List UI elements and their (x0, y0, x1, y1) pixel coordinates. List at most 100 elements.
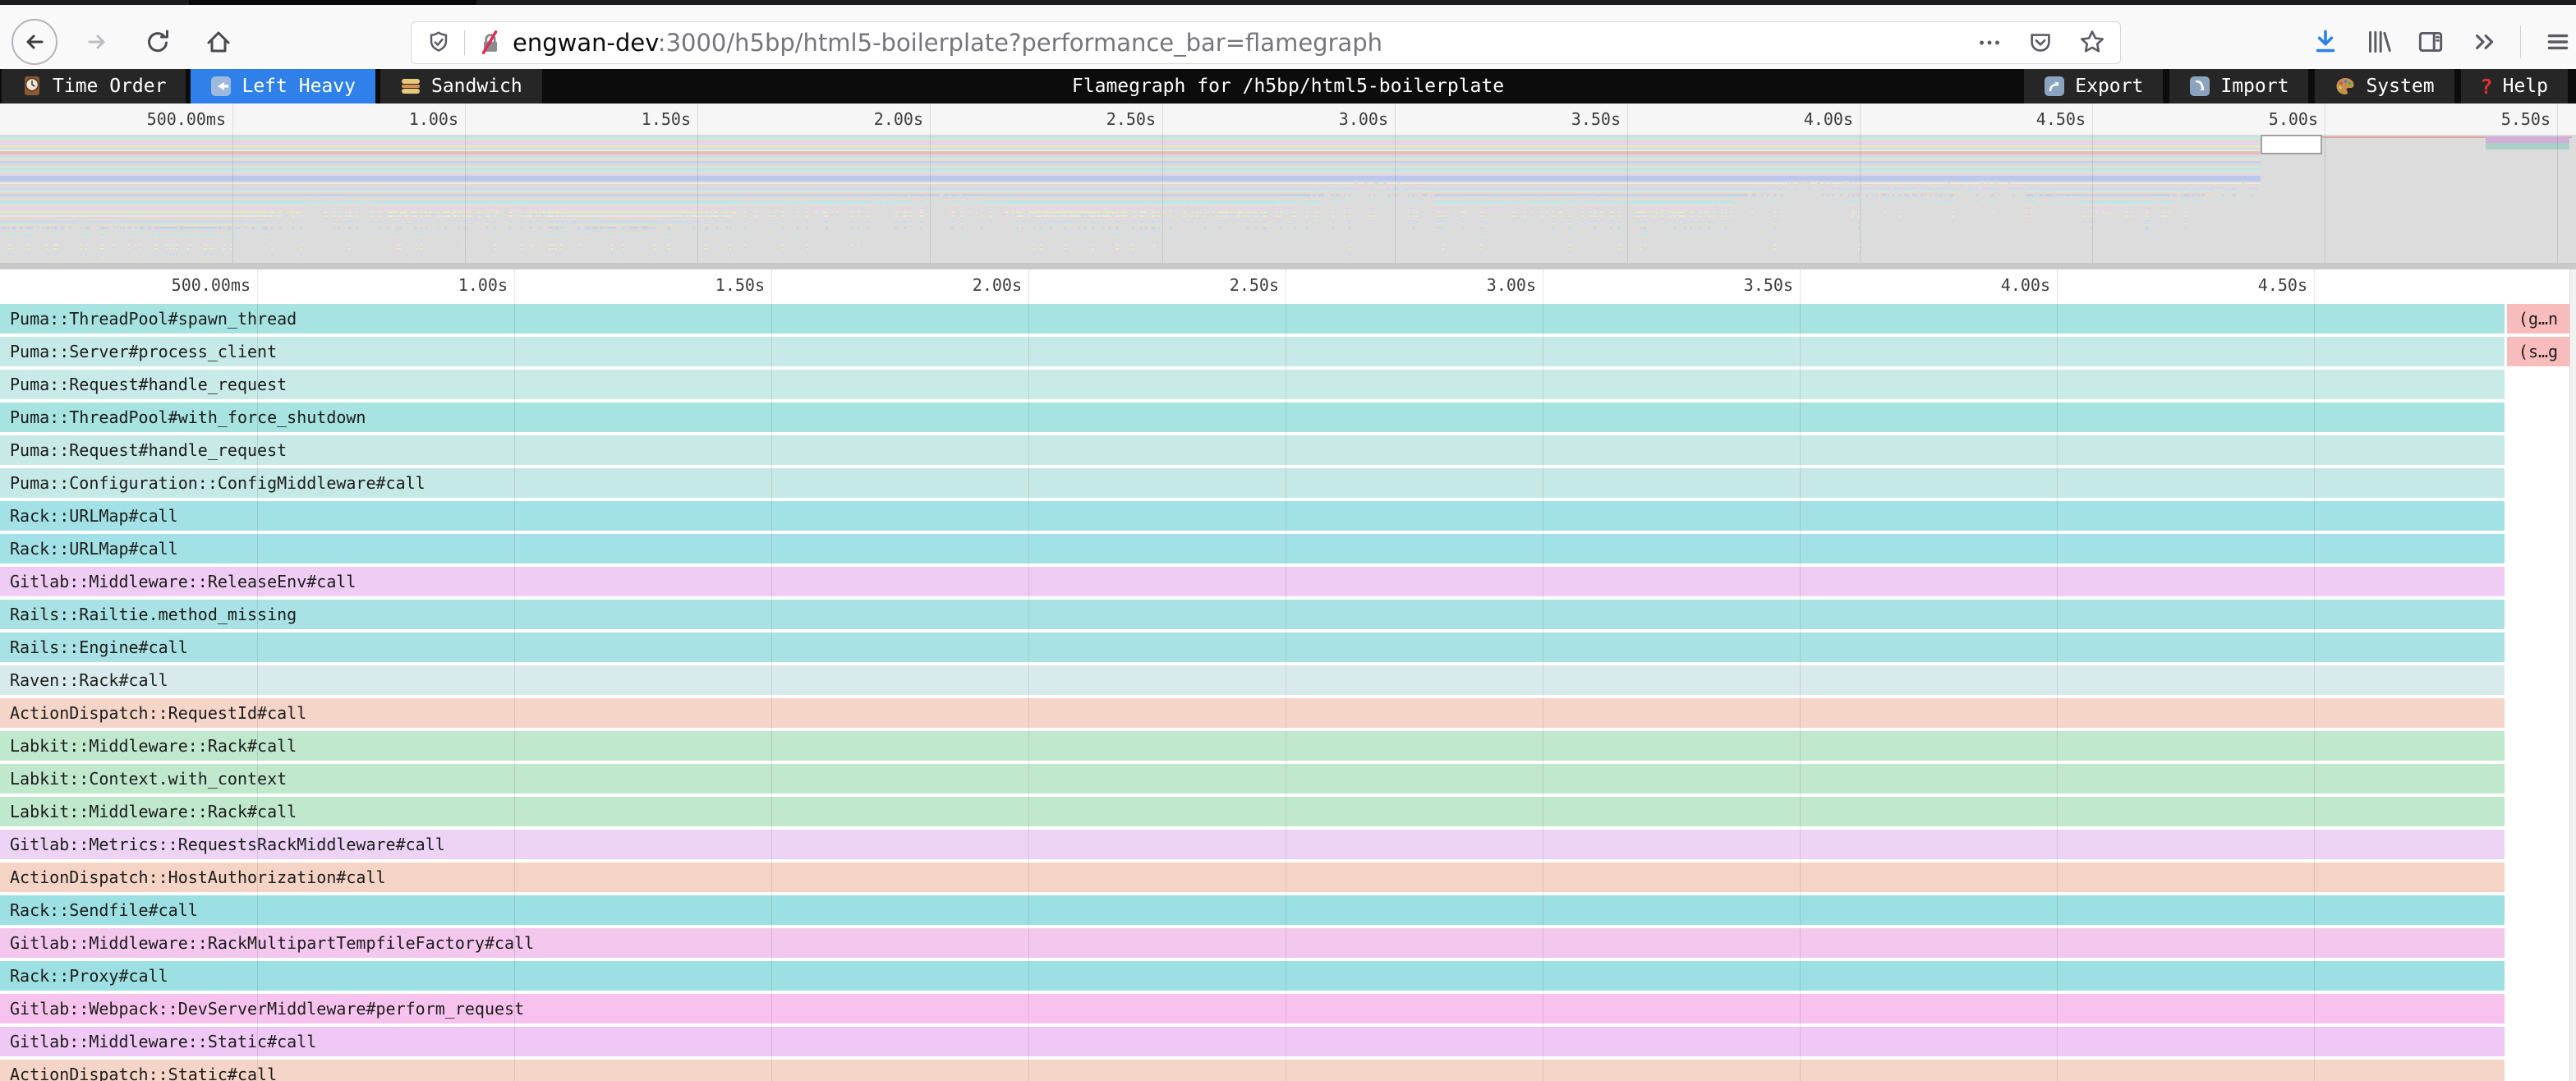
flame-row: Rails::Railtie.method_missing (0, 600, 2576, 629)
frame-label: Rack::Sendfile#call (0, 900, 198, 920)
flame-frame-right[interactable]: (g…n (2507, 304, 2569, 334)
minimap-gridline (1860, 104, 1861, 263)
minimap-tick-label: 2.50s (975, 104, 1156, 135)
tab-label: Sandwich (431, 76, 522, 97)
flame-frame[interactable]: Puma::ThreadPool#with_force_shutdown (0, 402, 2505, 432)
flame-row: Puma::Server#process_client(s…g (0, 337, 2576, 366)
flame-frame[interactable]: Rails::Engine#call (0, 632, 2505, 662)
minimap-viewport-box[interactable] (2261, 135, 2322, 154)
flamegraph-gridline (2314, 269, 2315, 1081)
flame-row: Labkit::Middleware::Rack#call (0, 731, 2576, 761)
pocket-icon[interactable] (2026, 29, 2054, 57)
url-path: :3000/h5bp/html5-boilerplate?performance… (658, 29, 1382, 57)
bookmark-star-icon[interactable] (2077, 28, 2107, 58)
flame-frame[interactable]: ActionDispatch::RequestId#call (0, 698, 2505, 728)
flame-frame[interactable]: Gitlab::Metrics::RequestsRackMiddleware#… (0, 830, 2505, 859)
flame-row: Gitlab::Metrics::RequestsRackMiddleware#… (0, 830, 2576, 859)
minimap-flame-canvas[interactable] (0, 135, 2576, 263)
url-host: engwan-dev (513, 29, 658, 57)
url-bar[interactable]: engwan-dev:3000/h5bp/html5-boilerplate?p… (411, 21, 2121, 64)
tab-time-order[interactable]: Time Order (2, 69, 186, 104)
minimap-tick-label: 1.00s (278, 104, 458, 135)
flame-row: Gitlab::Middleware::ReleaseEnv#call (0, 567, 2576, 596)
frame-label: Gitlab::Middleware::ReleaseEnv#call (0, 572, 356, 591)
browser-toolbar: engwan-dev:3000/h5bp/html5-boilerplate?p… (0, 5, 2576, 70)
flame-row: Labkit::Context.with_context (0, 764, 2576, 794)
frame-label: ActionDispatch::HostAuthorization#call (0, 867, 386, 887)
minimap-tick-label: 500.00ms (45, 104, 226, 135)
browser-action-buttons (2310, 10, 2574, 74)
button-label: Import (2220, 76, 2288, 97)
flame-row: Puma::ThreadPool#spawn_thread(g…n (0, 304, 2576, 334)
minimap-panel[interactable]: 500.00ms1.00s1.50s2.00s2.50s3.00s3.50s4.… (0, 104, 2576, 263)
flamegraph-gridline (771, 269, 772, 1081)
system-theme-button[interactable]: System (2315, 69, 2454, 104)
frame-label: Labkit::Middleware::Rack#call (0, 736, 297, 756)
forward-button[interactable] (76, 21, 118, 63)
minimap-tick-label: 4.50s (1905, 104, 2086, 135)
page-actions-icon[interactable] (1976, 29, 2003, 57)
flame-frame[interactable]: Gitlab::Middleware::ReleaseEnv#call (0, 567, 2505, 596)
flame-row: Rack::Sendfile#call (0, 895, 2576, 925)
flame-frame[interactable]: Raven::Rack#call (0, 665, 2505, 695)
home-button[interactable] (197, 21, 240, 63)
flame-row: Labkit::Middleware::Rack#call (0, 797, 2576, 826)
menu-hamburger-icon[interactable] (2542, 26, 2574, 58)
export-button[interactable]: Export (2024, 69, 2163, 104)
reload-button[interactable] (136, 21, 179, 63)
minimap-gridline (1162, 104, 1163, 263)
help-button[interactable]: ? Help (2461, 69, 2568, 104)
tab-left-heavy[interactable]: Left Heavy (191, 69, 375, 104)
flame-frame[interactable]: Puma::ThreadPool#spawn_thread (0, 304, 2505, 334)
reload-icon (143, 27, 172, 57)
button-label: Help (2503, 76, 2548, 97)
flame-frame[interactable]: Puma::Request#handle_request (0, 370, 2505, 399)
flame-row: Gitlab::Webpack::DevServerMiddleware#per… (0, 994, 2576, 1024)
flame-frame[interactable]: Rack::Proxy#call (0, 961, 2505, 991)
url-text[interactable]: engwan-dev:3000/h5bp/html5-boilerplate?p… (513, 29, 1964, 57)
flame-frame[interactable]: Puma::Request#handle_request (0, 435, 2505, 465)
minimap-gridline (232, 104, 233, 263)
flame-frame[interactable]: Gitlab::Middleware::Static#call (0, 1027, 2505, 1056)
flame-frame-right[interactable]: (s…g (2507, 337, 2569, 366)
flame-frame[interactable]: Labkit::Middleware::Rack#call (0, 797, 2505, 826)
flame-frame[interactable]: Puma::Server#process_client (0, 337, 2505, 366)
button-label: Export (2075, 76, 2143, 97)
tab-sandwich[interactable]: Sandwich (380, 69, 542, 104)
flamegraph-gridline (514, 269, 515, 1081)
scrollbar-track[interactable] (2569, 269, 2576, 1081)
insecure-lock-icon[interactable] (476, 29, 504, 57)
flamegraph-view[interactable]: 500.00ms1.00s1.50s2.00s2.50s3.00s3.50s4.… (0, 269, 2576, 1081)
tracking-protection-shield-icon[interactable] (425, 29, 453, 57)
flame-row: ActionDispatch::RequestId#call (0, 698, 2576, 728)
downloads-icon[interactable] (2310, 26, 2341, 58)
back-button[interactable] (12, 19, 58, 65)
import-button[interactable]: Import (2169, 69, 2308, 104)
flamegraph-gridline (1028, 269, 1029, 1081)
flame-frame[interactable]: Rack::URLMap#call (0, 534, 2505, 564)
flame-frame[interactable]: Labkit::Middleware::Rack#call (0, 731, 2505, 761)
sidebar-icon[interactable] (2415, 26, 2446, 58)
flame-frame[interactable]: ActionDispatch::HostAuthorization#call (0, 862, 2505, 892)
library-icon[interactable] (2362, 26, 2394, 58)
frame-label: Gitlab::Middleware::RackMultipartTempfil… (0, 933, 534, 953)
clock-icon (21, 76, 43, 97)
flame-frame[interactable]: Rack::URLMap#call (0, 501, 2505, 531)
flame-frame[interactable]: Rack::Sendfile#call (0, 895, 2505, 925)
frame-label: Labkit::Context.with_context (0, 769, 287, 789)
flame-frame[interactable]: Puma::Configuration::ConfigMiddleware#ca… (0, 468, 2505, 498)
view-mode-tabs: Time Order Left Heavy Sandwich (2, 69, 542, 104)
flame-frame[interactable]: Labkit::Context.with_context (0, 764, 2505, 794)
frame-label: Puma::Request#handle_request (0, 440, 287, 460)
flame-frame[interactable]: Gitlab::Webpack::DevServerMiddleware#per… (0, 994, 2505, 1024)
frame-label: Gitlab::Webpack::DevServerMiddleware#per… (0, 999, 524, 1019)
flame-row: Gitlab::Middleware::RackMultipartTempfil… (0, 928, 2576, 958)
overflow-chevrons-icon[interactable] (2468, 26, 2499, 58)
minimap-tick-label: 2.00s (743, 104, 923, 135)
frame-label: ActionDispatch::Static#call (0, 1065, 277, 1081)
flame-frame[interactable]: ActionDispatch::Static#call (0, 1060, 2505, 1081)
flame-frame[interactable]: Gitlab::Middleware::RackMultipartTempfil… (0, 928, 2505, 958)
flame-frame[interactable]: Rails::Railtie.method_missing (0, 600, 2505, 629)
flamegraph-title: Flamegraph for /h5bp/html5-boilerplate (1072, 69, 1504, 104)
frame-label: Rack::URLMap#call (0, 506, 178, 526)
